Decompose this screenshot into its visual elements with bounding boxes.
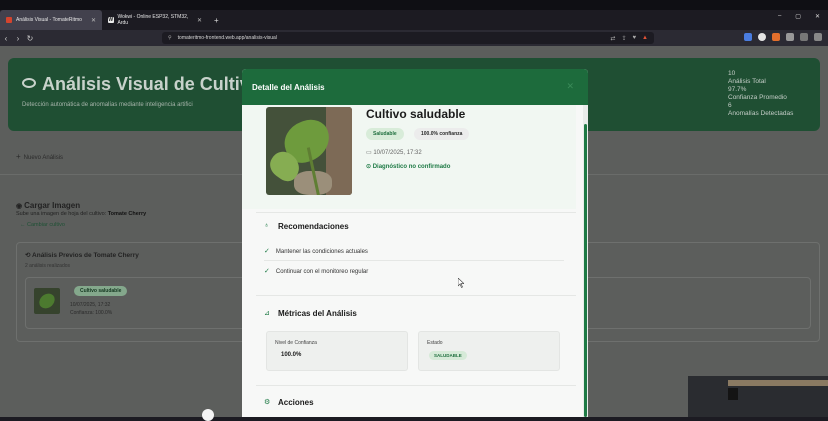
menu-icon[interactable] xyxy=(814,33,822,41)
recommendation-item: ✓ Mantener las condiciones actuales xyxy=(264,248,368,255)
window-close-icon[interactable]: ✕ xyxy=(815,13,820,20)
check-icon: ✓ xyxy=(264,268,270,275)
close-tab-icon[interactable]: ✕ xyxy=(197,17,202,24)
close-icon[interactable]: ✕ xyxy=(566,81,574,92)
maximize-icon[interactable]: ▢ xyxy=(795,13,801,20)
stat-value: 6 xyxy=(728,102,732,109)
extension-icon[interactable] xyxy=(758,33,766,41)
page-subtitle: Detección automática de anomalías median… xyxy=(22,102,193,108)
wokwi-favicon-icon: W xyxy=(108,17,114,23)
bookmark-icon[interactable]: ♥ xyxy=(632,35,636,42)
browser-tab[interactable]: W Wokwi - Online ESP32, STM32, Ardu ✕ xyxy=(102,10,208,30)
url-text: tomateritmo-frontend.web.app/analisis-vi… xyxy=(177,35,277,41)
camera-icon: ◉ xyxy=(16,203,23,210)
tomato-favicon-icon xyxy=(6,17,12,23)
divider xyxy=(256,212,576,213)
extension-icon[interactable] xyxy=(744,33,752,41)
settings-icon: ⚙ xyxy=(264,399,271,406)
extensions-icon[interactable] xyxy=(786,33,794,41)
screen: Análisis Visual - TomateRitmo ✕ W Wokwi … xyxy=(0,0,828,421)
new-analysis-tab[interactable]: + Nuevo Análisis xyxy=(16,152,63,161)
back-icon[interactable]: ‹ xyxy=(0,34,12,43)
leaf-photo xyxy=(266,107,352,195)
analysis-summary: Cultivo saludable Saludable 100.0% confi… xyxy=(242,105,576,209)
analysis-confidence: Confianza: 100.0% xyxy=(70,310,113,316)
analysis-detail-modal: Detalle del Análisis ✕ Cultivo saludable… xyxy=(242,69,588,417)
divider xyxy=(264,260,564,261)
state-badge: SALUDABLE xyxy=(429,351,467,360)
site-info-icon[interactable]: ⚲ xyxy=(168,35,172,41)
modal-title: Detalle del Análisis xyxy=(252,83,325,92)
metric-label: Nivel de Confianza xyxy=(275,340,317,346)
stat-label: Anomalías Detectadas xyxy=(728,110,794,117)
metric-label: Estado xyxy=(427,340,443,346)
browser-tab-bar: Análisis Visual - TomateRitmo ✕ W Wokwi … xyxy=(0,10,828,30)
metric-value: 100.0% xyxy=(281,352,302,358)
url-actions: ⇄ ⇪ ♥ ▲ xyxy=(610,35,654,42)
stat-label: Confianza Promedio xyxy=(728,94,787,101)
extension-icon[interactable] xyxy=(772,33,780,41)
eye-icon xyxy=(22,78,36,88)
webcam-overlay xyxy=(688,376,828,417)
plus-icon: + xyxy=(16,152,21,161)
previous-analyses-title: ⟲ Análisis Previos de Tomate Cherry xyxy=(25,252,139,259)
modal-header: Detalle del Análisis ✕ xyxy=(242,69,588,105)
result-title: Cultivo saludable xyxy=(366,107,466,121)
recommendations-title: Recomendaciones xyxy=(278,222,349,231)
browser-nav-bar: ‹ › ↻ ⚲ tomateritmo-frontend.web.app/ana… xyxy=(0,30,828,46)
brave-icon[interactable]: ▲ xyxy=(642,35,648,42)
recommendation-item: ✓ Continuar con el monitoreo regular xyxy=(264,268,369,275)
analysis-date: 10/07/2025, 17:32 xyxy=(70,302,111,308)
crop-name: Tomate Cherry xyxy=(107,211,147,217)
sidebar-icon[interactable] xyxy=(800,33,808,41)
divider xyxy=(256,295,576,296)
chart-icon: ⊿ xyxy=(264,310,270,317)
close-tab-icon[interactable]: ✕ xyxy=(91,17,96,24)
status-badge: Cultivo saludable xyxy=(74,286,128,296)
lightbulb-icon: ♁ xyxy=(264,222,270,229)
share-icon[interactable]: ⇪ xyxy=(621,35,626,42)
history-icon: ⟲ xyxy=(25,252,31,259)
stat-value: 10 xyxy=(728,70,736,77)
page-title: Análisis Visual de Cultiv xyxy=(22,74,250,95)
diagnosis-status: ⊙ Diagnóstico no confirmado xyxy=(366,164,451,170)
change-crop-link[interactable]: ← Cambiar cultivo xyxy=(20,222,65,228)
address-bar[interactable]: ⚲ tomateritmo-frontend.web.app/analisis-… xyxy=(162,32,654,44)
hero-stats: 10 Análisis Total 97.7% Confianza Promed… xyxy=(728,70,808,118)
check-icon: ✓ xyxy=(264,248,270,255)
reload-icon[interactable]: ↻ xyxy=(24,34,36,43)
check-circle-icon: ⊙ xyxy=(366,164,372,170)
state-metric: Estado SALUDABLE xyxy=(418,331,560,371)
minimize-icon[interactable]: – xyxy=(778,13,781,20)
divider xyxy=(256,385,576,386)
actions-title: Acciones xyxy=(278,398,314,407)
new-tab-icon[interactable]: + xyxy=(208,16,219,25)
tab-label: Análisis Visual - TomateRitmo xyxy=(16,17,82,23)
metrics-title: Métricas del Análisis xyxy=(278,309,357,318)
cursor-highlight xyxy=(202,409,214,421)
stat-label: Análisis Total xyxy=(728,78,766,85)
upload-title: ◉ Cargar Imagen xyxy=(16,201,81,210)
forward-icon[interactable]: › xyxy=(12,34,24,43)
browser-tab-active[interactable]: Análisis Visual - TomateRitmo ✕ xyxy=(0,10,102,30)
mouse-pointer-icon xyxy=(458,278,464,288)
stat-value: 97.7% xyxy=(728,86,747,93)
leaf-thumbnail xyxy=(34,288,60,314)
window-controls: – ▢ ✕ xyxy=(778,13,820,20)
upload-subtitle: Sube una imagen de hoja del cultivo: Tom… xyxy=(16,211,147,217)
previous-analyses-count: 2 análisis realizados xyxy=(25,263,71,269)
confidence-badge: 100.0% confianza xyxy=(414,128,470,140)
scrollbar-thumb[interactable] xyxy=(584,124,587,417)
extensions-bar xyxy=(744,33,822,41)
tab-label: Wokwi - Online ESP32, STM32, Ardu xyxy=(117,14,189,26)
calendar-icon: ▭ xyxy=(366,150,372,156)
status-badge: Saludable xyxy=(366,128,404,140)
confidence-metric: Nivel de Confianza 100.0% xyxy=(266,331,408,371)
analysis-date: ▭ 10/07/2025, 17:32 xyxy=(366,150,422,156)
translate-icon[interactable]: ⇄ xyxy=(610,35,615,42)
arrow-left-icon: ← xyxy=(20,222,26,228)
